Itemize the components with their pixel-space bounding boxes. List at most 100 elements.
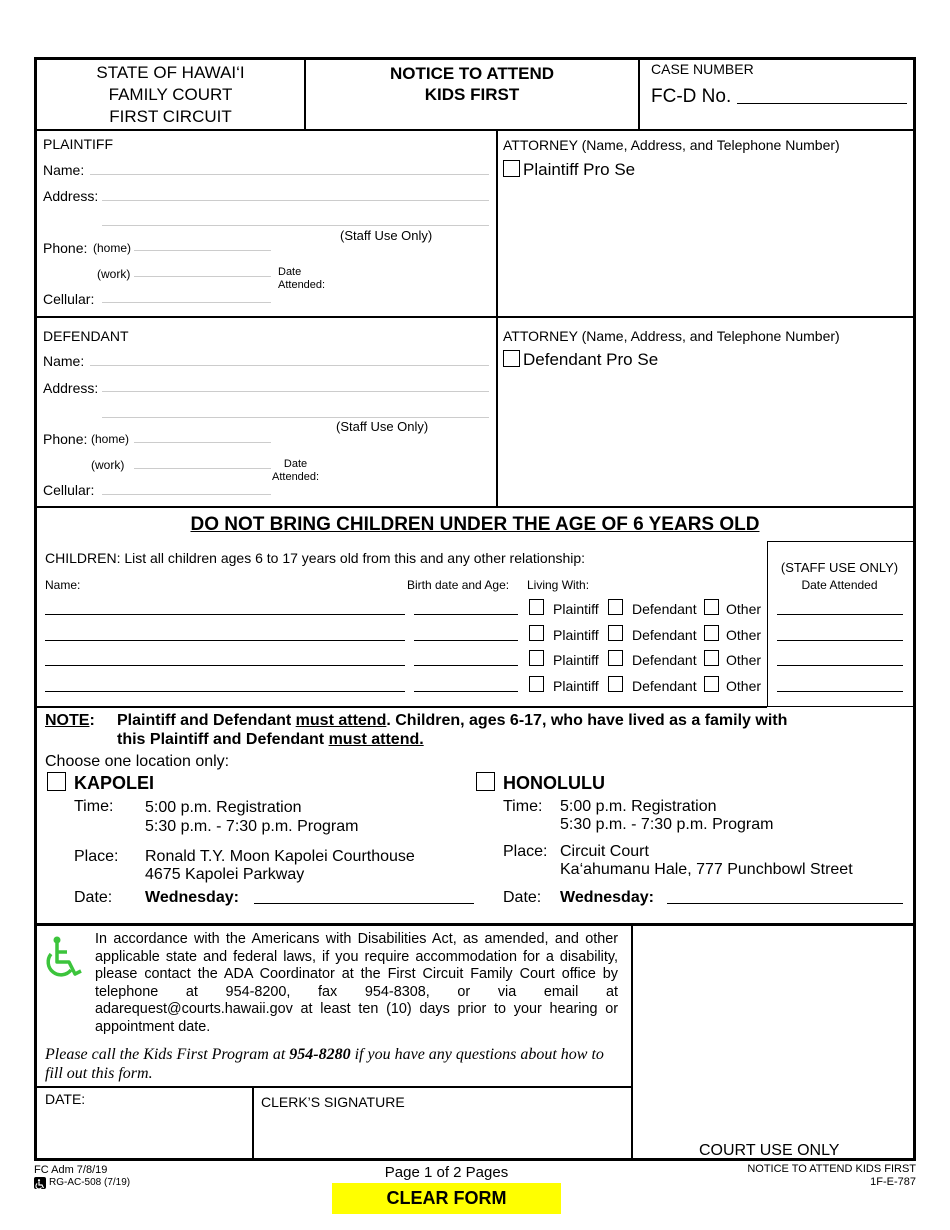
children-instruction: CHILDREN: List all children ages 6 to 17… xyxy=(45,550,586,566)
honolulu-date-input[interactable] xyxy=(667,890,903,904)
honolulu-day-label: Wednesday: xyxy=(560,889,654,906)
note-line1: NOTE: xyxy=(45,711,95,730)
child-name-input[interactable] xyxy=(45,601,405,615)
note-text-part: Plaintiff and Defendant xyxy=(117,712,296,729)
note-text-part: . Children, ages 6-17, who have lived as… xyxy=(386,712,788,729)
staff-use-header: (STAFF USE ONLY) xyxy=(780,560,899,575)
clear-form-button[interactable]: CLEAR FORM xyxy=(332,1183,561,1214)
plaintiff-pro-se-checkbox[interactable] xyxy=(503,160,520,177)
plaintiff-name-input[interactable] xyxy=(90,161,489,175)
honolulu-label: HONOLULU xyxy=(503,773,605,793)
choose-location-label: Choose one location only: xyxy=(45,753,230,770)
child-living-plaintiff-checkbox[interactable] xyxy=(529,676,544,692)
defendant-name-input[interactable] xyxy=(90,352,489,366)
child-name-input[interactable] xyxy=(45,627,405,641)
clerk-signature-input[interactable] xyxy=(256,1112,628,1158)
court-line: FIRST CIRCUIT xyxy=(109,107,232,126)
child-living-other-checkbox[interactable] xyxy=(704,599,719,615)
divider xyxy=(34,923,916,926)
age-warning: DO NOT BRING CHILDREN UNDER THE AGE OF 6… xyxy=(190,514,760,535)
child-birth-input[interactable] xyxy=(414,678,518,692)
plaintiff-attorney-label: ATTORNEY (Name, Address, and Telephone N… xyxy=(503,137,840,153)
form-id: 1F-E-787 xyxy=(870,1176,916,1188)
child-living-plaintiff-checkbox[interactable] xyxy=(529,599,544,615)
plaintiff-address-input[interactable] xyxy=(102,187,489,201)
defendant-address-input[interactable] xyxy=(102,378,489,392)
clerk-signature-label: CLERK’S SIGNATURE xyxy=(261,1094,405,1110)
page-indicator: Page 1 of 2 Pages xyxy=(384,1164,509,1181)
birth-column-header: Birth date and Age: xyxy=(407,578,510,592)
plaintiff-work-phone-input[interactable] xyxy=(134,263,271,277)
child-living-plaintiff-checkbox[interactable] xyxy=(529,625,544,641)
form-code: FC Adm 7/8/19 xyxy=(34,1164,108,1176)
note-label: NOTE xyxy=(45,712,90,729)
child-living-defendant-checkbox[interactable] xyxy=(608,676,623,692)
date-attended-header: Date Attended xyxy=(801,578,878,592)
defendant-cellular-label: Cellular: xyxy=(43,482,95,498)
child-name-input[interactable] xyxy=(45,678,405,692)
divider xyxy=(34,129,916,131)
case-number-label: CASE NUMBER xyxy=(651,61,754,77)
time-line: 5:00 p.m. Registration xyxy=(560,798,717,815)
ada-notice: In accordance with the Americans with Di… xyxy=(95,931,618,1035)
child-birth-input[interactable] xyxy=(414,652,518,666)
form-title-footer: NOTICE TO ATTEND KIDS FIRST xyxy=(747,1163,916,1175)
defendant-cellular-input[interactable] xyxy=(102,481,271,495)
child-living-other-label: Other xyxy=(726,652,762,668)
child-name-input[interactable] xyxy=(45,652,405,666)
case-prefix: FC-D No. xyxy=(651,86,732,107)
kapolei-checkbox[interactable] xyxy=(47,772,66,791)
honolulu-date-label: Date: xyxy=(503,889,542,906)
court-line: STATE OF HAWAI‘I xyxy=(96,63,245,82)
note-emphasis: must attend. xyxy=(328,731,424,748)
defendant-attorney-label: ATTORNEY (Name, Address, and Telephone N… xyxy=(503,328,840,344)
case-number-input[interactable] xyxy=(737,88,907,104)
plaintiff-home-phone-input[interactable] xyxy=(134,237,271,251)
child-living-defendant-label: Defendant xyxy=(632,652,697,668)
date-attended-label: Date Attended: xyxy=(272,458,319,484)
defendant-work-phone-input[interactable] xyxy=(134,455,271,469)
child-living-other-checkbox[interactable] xyxy=(704,676,719,692)
date-input[interactable] xyxy=(36,1108,250,1158)
plaintiff-cellular-input[interactable] xyxy=(102,289,271,303)
divider xyxy=(496,131,498,507)
note-emphasis: must attend xyxy=(295,712,387,729)
plaintiff-name-label: Name: xyxy=(43,162,85,178)
kapolei-date-input[interactable] xyxy=(254,890,474,904)
time-line: 5:00 p.m. Registration xyxy=(145,799,302,816)
defendant-address-line2-input[interactable] xyxy=(102,404,489,418)
honolulu-checkbox[interactable] xyxy=(476,772,495,791)
work-label: (work) xyxy=(97,267,131,281)
child-date-attended-input[interactable] xyxy=(777,601,903,615)
plaintiff-address-line2-input[interactable] xyxy=(102,212,489,226)
time-line: 5:30 p.m. - 7:30 p.m. Program xyxy=(145,818,359,835)
defendant-home-phone-input[interactable] xyxy=(134,429,271,443)
title-line: NOTICE TO ATTEND xyxy=(389,64,554,83)
child-living-other-checkbox[interactable] xyxy=(704,625,719,641)
honolulu-time-label: Time: xyxy=(503,798,543,815)
time-line: 5:30 p.m. - 7:30 p.m. Program xyxy=(560,816,774,833)
page-title: NOTICE TO ATTEND KIDS FIRST xyxy=(306,63,638,105)
child-birth-input[interactable] xyxy=(414,627,518,641)
defendant-pro-se-checkbox[interactable] xyxy=(503,350,520,367)
child-living-defendant-checkbox[interactable] xyxy=(608,599,623,615)
child-living-defendant-label: Defendant xyxy=(632,601,697,617)
child-birth-input[interactable] xyxy=(414,601,518,615)
honolulu-time: 5:00 p.m. Registration 5:30 p.m. - 7:30 … xyxy=(560,798,773,834)
wheelchair-accessibility-icon xyxy=(40,935,86,986)
divider xyxy=(34,1086,632,1088)
child-living-defendant-checkbox[interactable] xyxy=(608,625,623,641)
child-date-attended-input[interactable] xyxy=(777,627,903,641)
honolulu-place-label: Place: xyxy=(503,843,548,860)
kids-first-call-notice: Please call the Kids First Program at 95… xyxy=(45,1045,620,1083)
child-date-attended-input[interactable] xyxy=(777,678,903,692)
living-with-column-header: Living With: xyxy=(527,578,590,592)
child-living-defendant-checkbox[interactable] xyxy=(608,650,623,666)
child-living-plaintiff-checkbox[interactable] xyxy=(529,650,544,666)
child-date-attended-input[interactable] xyxy=(777,652,903,666)
home-label: (home) xyxy=(91,432,130,446)
place-line: Ronald T.Y. Moon Kapolei Courthouse xyxy=(145,848,415,865)
kapolei-time: 5:00 p.m. Registration 5:30 p.m. - 7:30 … xyxy=(145,798,358,836)
kapolei-time-label: Time: xyxy=(74,798,114,815)
child-living-other-checkbox[interactable] xyxy=(704,650,719,666)
